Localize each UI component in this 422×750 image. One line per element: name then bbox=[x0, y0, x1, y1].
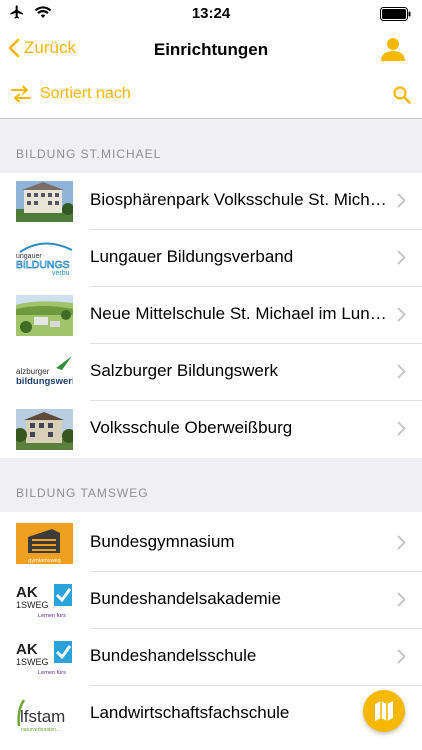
sort-bar: Sortiert nach bbox=[0, 74, 422, 119]
bildungsverbund-logo: ungauer BILDUNGS verbu bbox=[16, 238, 73, 279]
search-icon bbox=[393, 86, 411, 104]
item-label: Neue Mittelschule St. Michael im Lungau bbox=[90, 304, 387, 323]
logo-tagline: Lernen fürs bbox=[38, 613, 66, 619]
school-photo-thumbnail bbox=[16, 409, 73, 450]
logo-text-top: alzburger bbox=[16, 367, 50, 376]
list-item[interactable]: alzburger bildungswerk Salzburger Bildun… bbox=[0, 344, 422, 401]
chevron-right-icon bbox=[397, 592, 406, 607]
chevron-right-icon bbox=[397, 193, 406, 208]
chevron-right-icon bbox=[397, 364, 406, 379]
logo-text-main: AK bbox=[16, 641, 38, 658]
chevron-right-icon bbox=[397, 649, 406, 664]
logo-text-sub: 1SWEG bbox=[16, 600, 49, 610]
logo-text-main: AK bbox=[16, 584, 38, 601]
list-item[interactable]: Neue Mittelschule St. Michael im Lungau bbox=[0, 287, 422, 344]
ak-tamsweg-logo: AK 1SWEG Lernen fürs bbox=[16, 637, 73, 678]
logo-text: gymtamsweg bbox=[28, 558, 60, 564]
logo-text-sub: verbu bbox=[52, 270, 70, 277]
list-item[interactable]: gymtamsweg Bundesgymnasium bbox=[0, 515, 422, 572]
item-label: Landwirtschaftsfachschule bbox=[90, 703, 290, 722]
logo-text-sub: 1SWEG bbox=[16, 657, 49, 667]
item-label: Salzburger Bildungswerk bbox=[90, 361, 279, 380]
section-header-st-michael: BILDUNG ST.MICHAEL bbox=[0, 119, 422, 173]
item-label: Bundeshandelsschule bbox=[90, 646, 257, 665]
salzburger-bildungswerk-logo: alzburger bildungswerk bbox=[16, 352, 73, 393]
user-icon bbox=[381, 38, 405, 61]
status-bar: 13:24 bbox=[0, 0, 422, 28]
logo-text-main: bildungswerk bbox=[16, 376, 73, 387]
sort-label: Sortiert nach bbox=[40, 85, 131, 102]
swap-arrows-icon bbox=[11, 85, 31, 103]
sort-button[interactable]: Sortiert nach bbox=[10, 85, 131, 103]
battery-icon bbox=[380, 7, 412, 26]
item-label: Volksschule Oberweißburg bbox=[90, 418, 293, 437]
logo-text-sub: naturverbunden... bbox=[21, 727, 60, 733]
ak-tamsweg-logo: AK 1SWEG Lernen fürs bbox=[16, 580, 73, 621]
landscape-thumbnail bbox=[16, 295, 73, 336]
logo-tagline: Lernen fürs bbox=[38, 670, 66, 676]
section-title: BILDUNG TAMSWEG bbox=[16, 486, 149, 500]
list-item[interactable]: ungauer BILDUNGS verbu Lungauer Bildungs… bbox=[0, 230, 422, 287]
profile-button[interactable] bbox=[380, 36, 406, 67]
status-time: 13:24 bbox=[191, 5, 231, 22]
lfs-tamsweg-logo: lfstam naturverbunden... bbox=[16, 694, 73, 735]
chevron-right-icon bbox=[397, 250, 406, 265]
list-item[interactable]: lfstam naturverbunden... Landwirtschafts… bbox=[0, 686, 422, 743]
chevron-right-icon bbox=[397, 421, 406, 436]
chevron-right-icon bbox=[397, 535, 406, 550]
chevron-right-icon bbox=[397, 307, 406, 322]
list-item[interactable]: AK 1SWEG Lernen fürs Bundeshandelsakadem… bbox=[0, 572, 422, 629]
item-label: Lungauer Bildungsverband bbox=[90, 247, 294, 266]
item-label: Biosphärenpark Volksschule St. Michael bbox=[90, 190, 387, 209]
school-building-thumbnail bbox=[16, 181, 73, 222]
section-header-tamsweg: BILDUNG TAMSWEG bbox=[0, 458, 422, 512]
gymtamsweg-logo: gymtamsweg bbox=[16, 523, 73, 564]
list-item[interactable]: Biosphärenpark Volksschule St. Michael bbox=[0, 173, 422, 230]
item-label: Bundeshandelsakademie bbox=[90, 589, 281, 608]
map-button[interactable] bbox=[363, 690, 405, 732]
section-title: BILDUNG ST.MICHAEL bbox=[16, 147, 162, 161]
page-title: Einrichtungen bbox=[153, 40, 269, 59]
logo-text-main: lfstam bbox=[20, 707, 65, 726]
navigation-bar: Zurück Einrichtungen bbox=[0, 28, 422, 72]
item-label: Bundesgymnasium bbox=[90, 532, 235, 551]
list-item[interactable]: Volksschule Oberweißburg bbox=[0, 401, 422, 458]
search-button[interactable] bbox=[392, 85, 412, 110]
list-item[interactable]: AK 1SWEG Lernen fürs Bundeshandelsschule bbox=[0, 629, 422, 686]
map-icon bbox=[375, 701, 393, 721]
